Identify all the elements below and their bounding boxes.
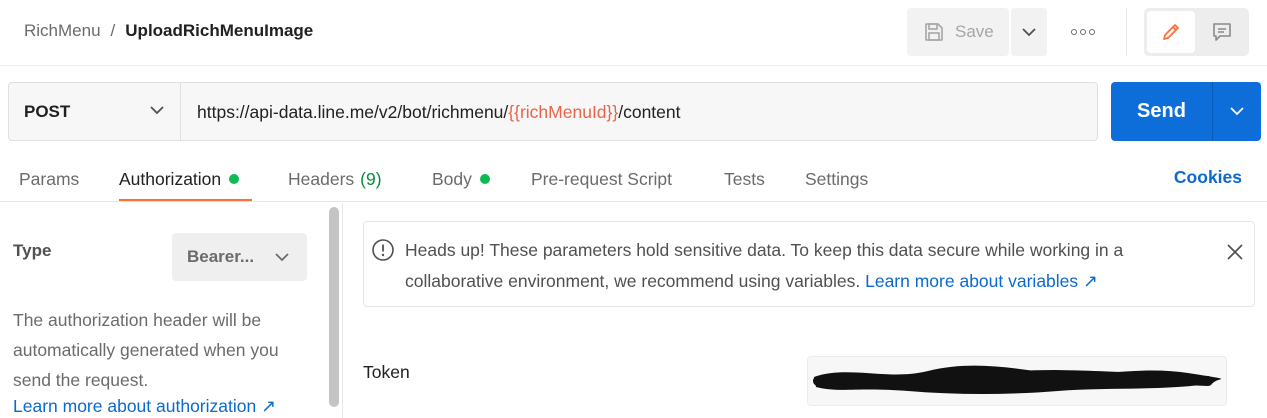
request-name[interactable]: UploadRichMenuImage (125, 21, 313, 41)
auth-description: The authorization header will be automat… (13, 310, 279, 390)
more-dot-icon (1071, 29, 1077, 35)
tab-label: Tests (724, 168, 765, 189)
save-button[interactable]: Save (907, 8, 1009, 56)
cookies-link[interactable]: Cookies (1174, 167, 1242, 188)
send-options-button[interactable] (1213, 82, 1261, 141)
request-tabs: Params Authorization Headers (9) Body Pr… (0, 158, 1267, 202)
auth-type-value: Bearer... (187, 247, 255, 266)
chevron-down-icon (1230, 107, 1244, 116)
view-mode-toggle (1144, 8, 1249, 56)
scrollbar-thumb[interactable] (329, 207, 339, 407)
chevron-down-icon (275, 253, 289, 262)
chevron-down-icon (150, 106, 164, 115)
send-button-group: Send (1111, 82, 1261, 141)
chevron-down-icon (1022, 27, 1036, 36)
method-select[interactable]: POST (9, 83, 181, 140)
token-input[interactable] (807, 356, 1227, 406)
auth-type-select[interactable]: Bearer... (172, 233, 307, 281)
tab-params[interactable]: Params (19, 167, 79, 191)
comment-icon (1213, 23, 1231, 41)
status-dot-icon (479, 174, 490, 184)
breadcrumb: RichMenu / UploadRichMenuImage (24, 21, 313, 41)
breadcrumb-separator: / (110, 21, 116, 40)
tab-pre-request-script[interactable]: Pre-request Script (531, 167, 672, 191)
tab-label: Settings (805, 168, 869, 189)
comments-mode-button[interactable] (1198, 11, 1246, 53)
url-input[interactable]: https://api-data.line.me/v2/bot/richmenu… (197, 102, 681, 123)
redaction-scribble (813, 365, 1222, 394)
token-label: Token (363, 362, 410, 382)
tab-label: Body (432, 168, 472, 189)
method-value: POST (24, 101, 71, 121)
auth-type-panel: Type Bearer... The authorization header … (0, 203, 343, 418)
active-tab-indicator (119, 199, 252, 201)
tab-authorization[interactable]: Authorization (119, 167, 240, 191)
tab-label: Authorization (119, 168, 222, 189)
info-circle-icon (372, 239, 394, 261)
tab-headers[interactable]: Headers (9) (288, 167, 382, 191)
alert-message: Heads up! These parameters hold sensitiv… (405, 235, 1215, 297)
save-label: Save (955, 22, 994, 41)
tab-label: Params (19, 168, 80, 189)
tab-tests[interactable]: Tests (724, 167, 765, 191)
more-dot-icon (1089, 29, 1095, 35)
request-bar: POST https://api-data.line.me/v2/bot/ric… (8, 82, 1098, 141)
toolbar-divider (1126, 8, 1127, 56)
send-button[interactable]: Send (1111, 82, 1212, 141)
tab-settings[interactable]: Settings (805, 167, 868, 191)
url-prefix: https://api-data.line.me/v2/bot/richmenu… (197, 102, 509, 122)
save-options-button[interactable] (1011, 8, 1047, 56)
breadcrumb-collection[interactable]: RichMenu (24, 21, 101, 41)
status-dot-icon (229, 174, 240, 184)
tab-body[interactable]: Body (432, 167, 490, 191)
type-label: Type (13, 241, 52, 260)
pencil-icon (1163, 24, 1179, 40)
learn-more-variables-link[interactable]: Learn more about variables ↗ (865, 271, 1098, 291)
tab-label: Headers (288, 168, 355, 189)
top-bar: RichMenu / UploadRichMenuImage Save (0, 0, 1267, 66)
url-variable[interactable]: {{richMenuId}} (508, 102, 618, 122)
sensitive-data-alert: Heads up! These parameters hold sensitiv… (363, 221, 1255, 307)
tab-label: Pre-request Script (531, 168, 673, 189)
more-actions-button[interactable] (1063, 18, 1103, 46)
tab-count: (9) (360, 168, 382, 189)
more-dot-icon (1080, 29, 1086, 35)
close-icon[interactable] (1226, 243, 1244, 261)
learn-more-authorization-link[interactable]: Learn more about authorization ↗ (13, 396, 276, 417)
url-suffix: /content (618, 102, 681, 122)
edit-mode-button[interactable] (1147, 11, 1195, 53)
save-icon (925, 23, 943, 41)
